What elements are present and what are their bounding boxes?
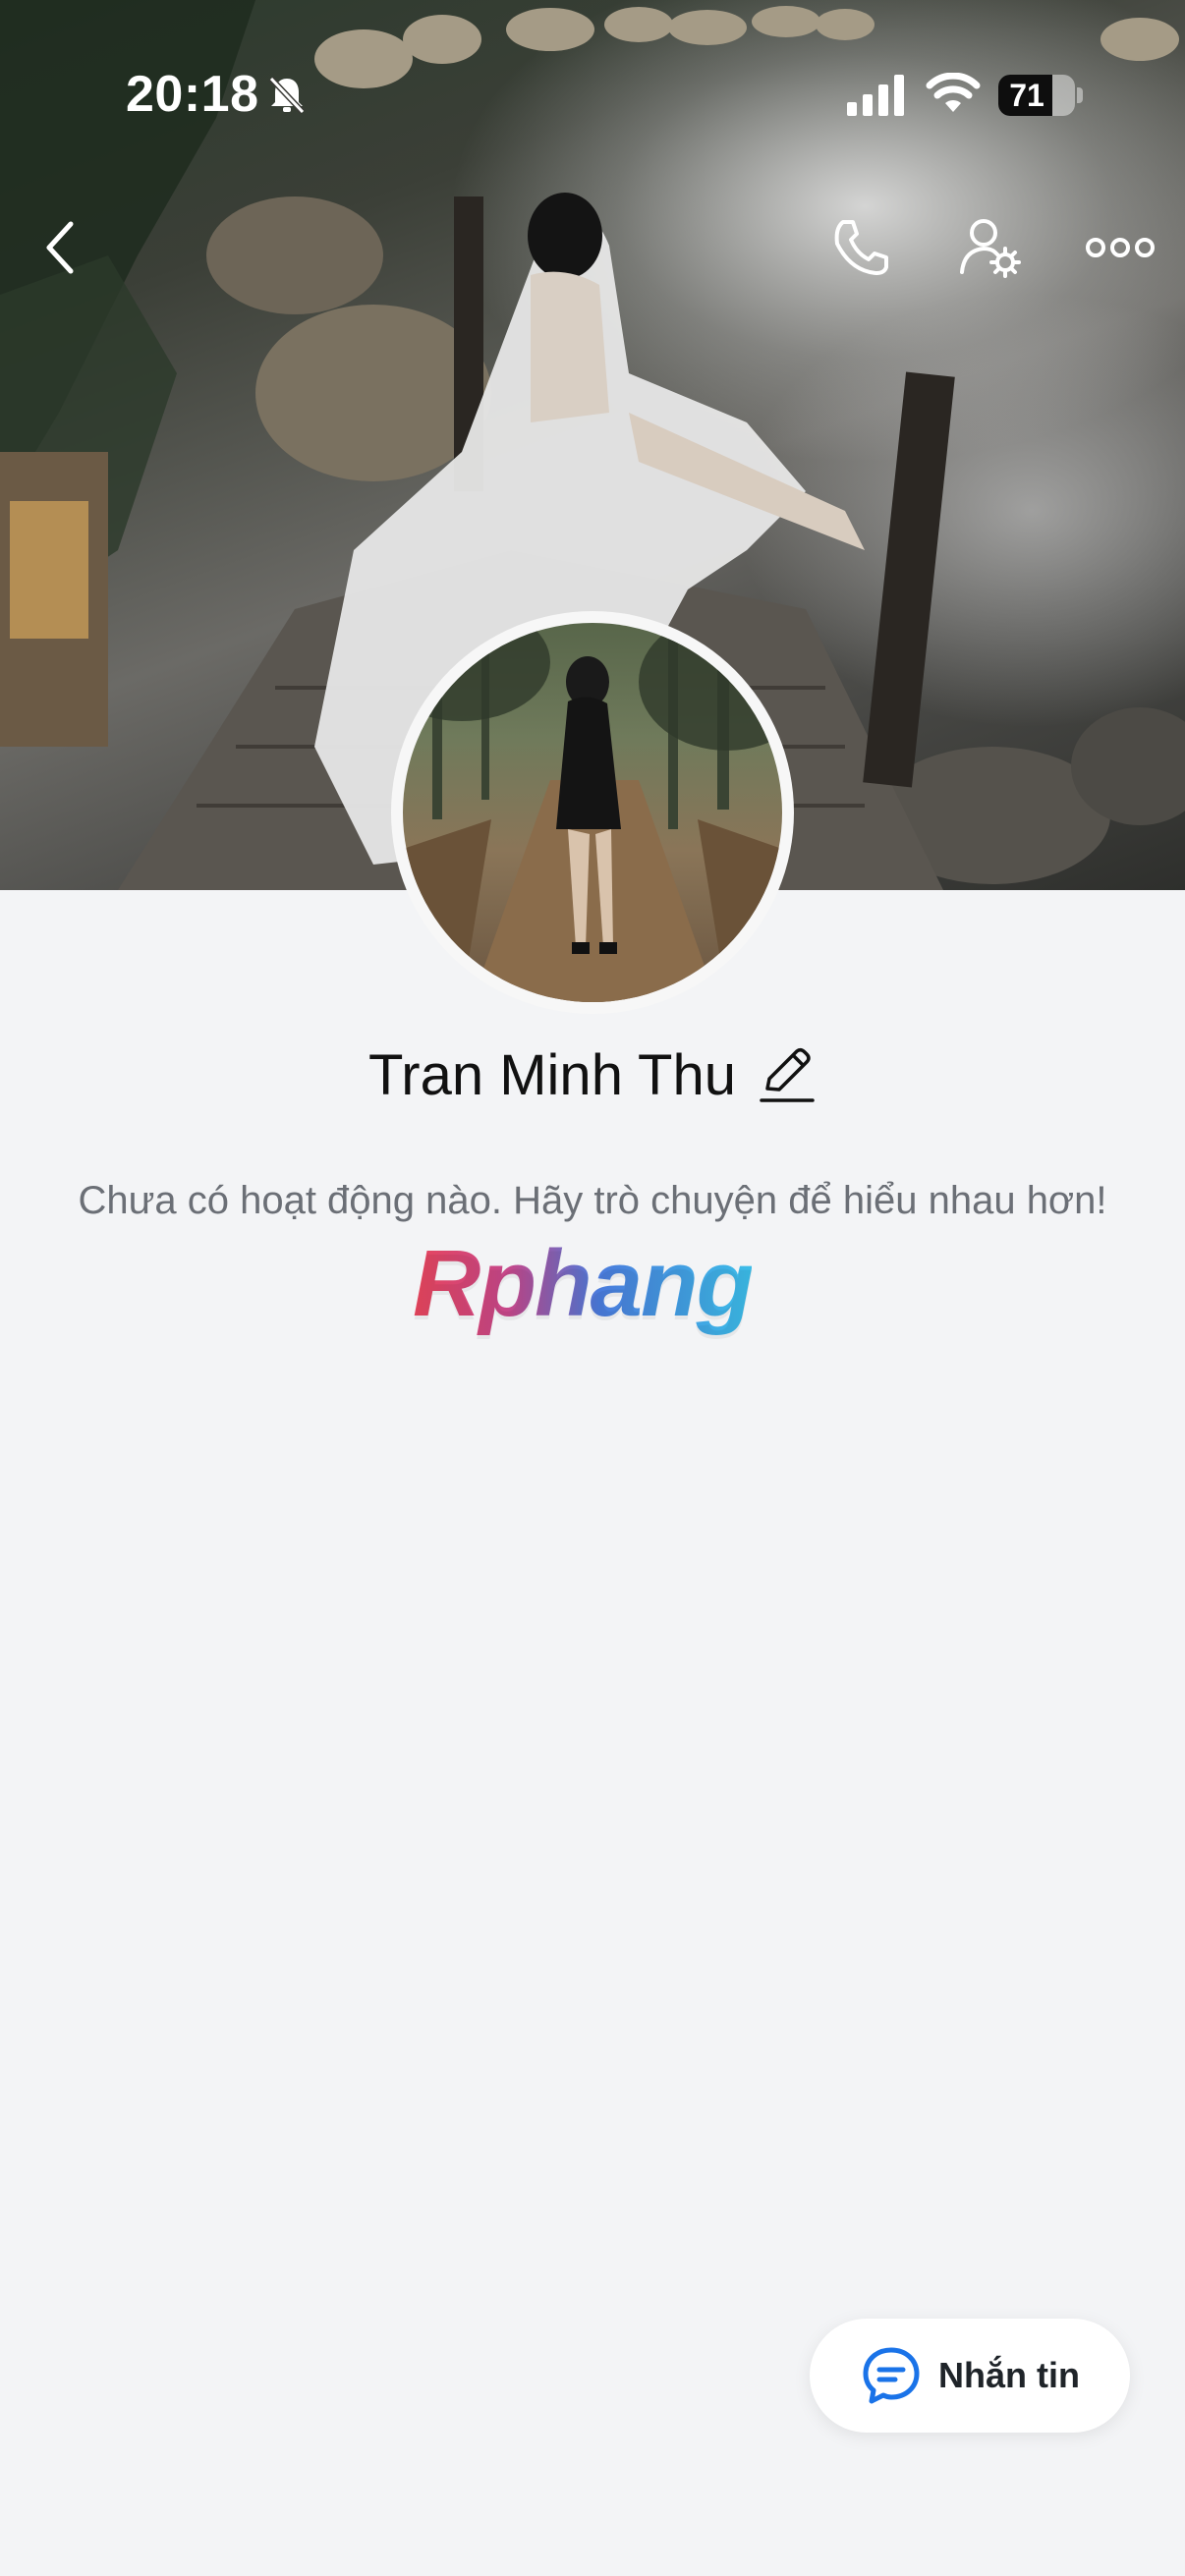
avatar-scene [403,623,782,1002]
empty-activity-message: Chưa có hoạt động nào. Hãy trò chuyện để… [78,1179,1107,1222]
more-options-button[interactable] [1081,208,1159,287]
battery-indicator: 71 [998,75,1075,116]
chevron-left-icon [46,221,74,274]
back-button[interactable] [22,208,100,287]
avatar[interactable] [391,611,794,1014]
battery-cap [1077,87,1083,103]
user-gear-icon [960,219,1021,278]
profile-name: Tran Minh Thu [368,1042,736,1107]
user-settings-button[interactable] [951,208,1030,287]
wifi-icon [926,73,981,112]
profile-name-row: Tran Minh Thu [0,1036,1185,1114]
ellipsis-icon [1086,238,1155,257]
send-message-button[interactable]: Nhắn tin [810,2319,1130,2433]
status-time: 20:18 [126,66,259,123]
status-bar: 20:18 71 [0,0,1185,187]
call-button[interactable] [821,208,900,287]
avatar-photo [403,623,782,1002]
send-message-label: Nhắn tin [938,2355,1080,2395]
signal-icon [847,75,904,116]
phone-icon [834,220,888,275]
battery-level: 71 [1009,78,1044,113]
pencil-icon [760,1047,815,1102]
edit-name-button[interactable] [758,1045,817,1104]
chat-bubble-icon [863,2347,920,2404]
bell-slash-icon [268,76,306,115]
watermark-logo: Rphang [413,1231,754,1336]
